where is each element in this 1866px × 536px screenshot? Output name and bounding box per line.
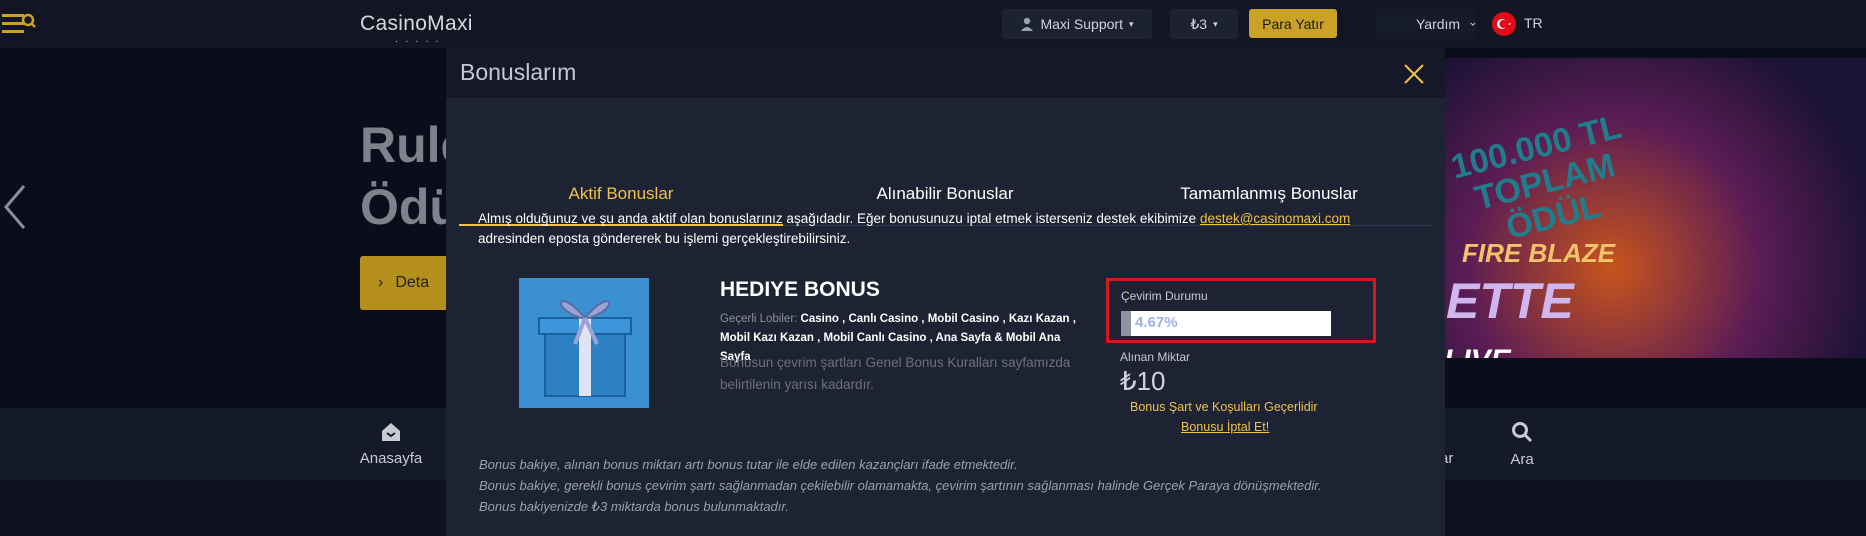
nav-home-label: Anasayfa [359, 449, 423, 467]
bonus-description: Almış olduğunuz ve şu anda aktif olan bo… [478, 209, 1418, 249]
wagering-progress-bar: 4.67% [1121, 311, 1331, 336]
lobbies-label: Geçerli Lobiler: [720, 313, 798, 325]
received-amount-label: Alınan Miktar [1120, 350, 1191, 364]
logo-dots: · · · · · [395, 36, 441, 47]
progress-fill [1121, 311, 1131, 336]
promo-game-name: FIRE BLAZE [1462, 238, 1616, 268]
hero-details-button[interactable]: › Deta [360, 256, 450, 310]
wagering-status-label: Çevirim Durumu [1121, 289, 1208, 303]
promo-game-title: ETTE [1446, 273, 1574, 329]
modal-header: Bonuslarım [446, 48, 1445, 98]
received-amount: ₺10 [1120, 366, 1166, 396]
progress-text: 4.67% [1135, 314, 1178, 331]
gift-box-image [519, 278, 649, 408]
balance-button[interactable]: ₺3 ▾ [1170, 9, 1238, 39]
user-icon [1021, 17, 1034, 31]
help-dropdown[interactable]: Yardım [1376, 9, 1476, 39]
support-label: Maxi Support [1040, 16, 1123, 32]
hero-button-label: Deta [395, 274, 430, 291]
note-line: Bonus bakiye, alınan bonus miktarı artı … [479, 457, 1018, 472]
top-bar: CasinoMaxi · · · · · Maxi Support ▾ ₺3 ▾… [0, 0, 1866, 48]
tab-active-bonuses[interactable]: Aktif Bonuslar [569, 184, 674, 204]
balance-label: ₺3 [1190, 15, 1208, 32]
menu-search-icon[interactable] [2, 12, 36, 36]
tab-available-bonuses[interactable]: Alınabilir Bonuslar [876, 184, 1013, 204]
bonus-terms-link[interactable]: Bonus Şart ve Koşulları Geçerlidir [1130, 400, 1318, 414]
bonus-rule-text: Bonusun çevrim şartları Genel Bonus Kura… [720, 355, 1071, 392]
bonus-modal: Bonuslarım Aktif Bonuslar Alınabilir Bon… [446, 48, 1445, 536]
help-label: Yardım [1416, 16, 1461, 32]
tab-completed-bonuses[interactable]: Tamamlanmış Bonuslar [1180, 184, 1358, 204]
modal-title: Bonuslarım [460, 59, 577, 85]
promo-prize-text: 100.000 TL TOPLAM ÖDÜL [1447, 108, 1643, 256]
nav-search-label: Ara [1510, 450, 1534, 468]
bonus-name: HEDIYE BONUS [720, 278, 880, 301]
nav-home[interactable]: Anasayfa [356, 408, 426, 480]
description-text: Almış olduğunuz ve şu anda aktif olan bo… [478, 211, 1197, 226]
chevron-down-icon: ▾ [1128, 18, 1134, 29]
promo-live-label: LIVE [1444, 344, 1511, 358]
search-icon [1512, 421, 1533, 442]
description-text-end: adresinden eposta göndererek bu işlemi g… [478, 231, 851, 246]
bonus-notes: Bonus bakiye, alınan bonus miktarı artı … [479, 454, 1419, 517]
support-email-link[interactable]: destek@casinomaxi.com [1200, 211, 1350, 226]
chevron-right-icon: › [378, 274, 384, 291]
logo[interactable]: CasinoMaxi [360, 12, 473, 36]
turkey-flag-icon[interactable] [1492, 12, 1516, 36]
promo-image[interactable]: 100.000 TL TOPLAM ÖDÜL FIRE BLAZE ETTE L… [1444, 58, 1866, 358]
close-icon[interactable] [1402, 62, 1426, 86]
wagering-status-box: Çevirim Durumu 4.67% [1106, 278, 1376, 343]
chevron-down-icon: ▾ [1213, 18, 1218, 29]
support-button[interactable]: Maxi Support ▾ [1002, 9, 1152, 39]
chevron-left-icon[interactable] [2, 182, 32, 232]
note-line: Bonus bakiye, gerekli bonus çevirim şart… [479, 478, 1322, 493]
note-line: Bonus bakiyenizde ₺3 miktarda bonus bulu… [479, 499, 789, 514]
chevron-down-icon [1470, 22, 1476, 26]
deposit-button[interactable]: Para Yatır [1249, 9, 1337, 38]
home-icon [382, 422, 400, 441]
language-label[interactable]: TR [1524, 15, 1543, 31]
nav-search[interactable]: Ara [1500, 408, 1544, 480]
cancel-bonus-link[interactable]: Bonusu İptal Et! [1181, 420, 1269, 434]
